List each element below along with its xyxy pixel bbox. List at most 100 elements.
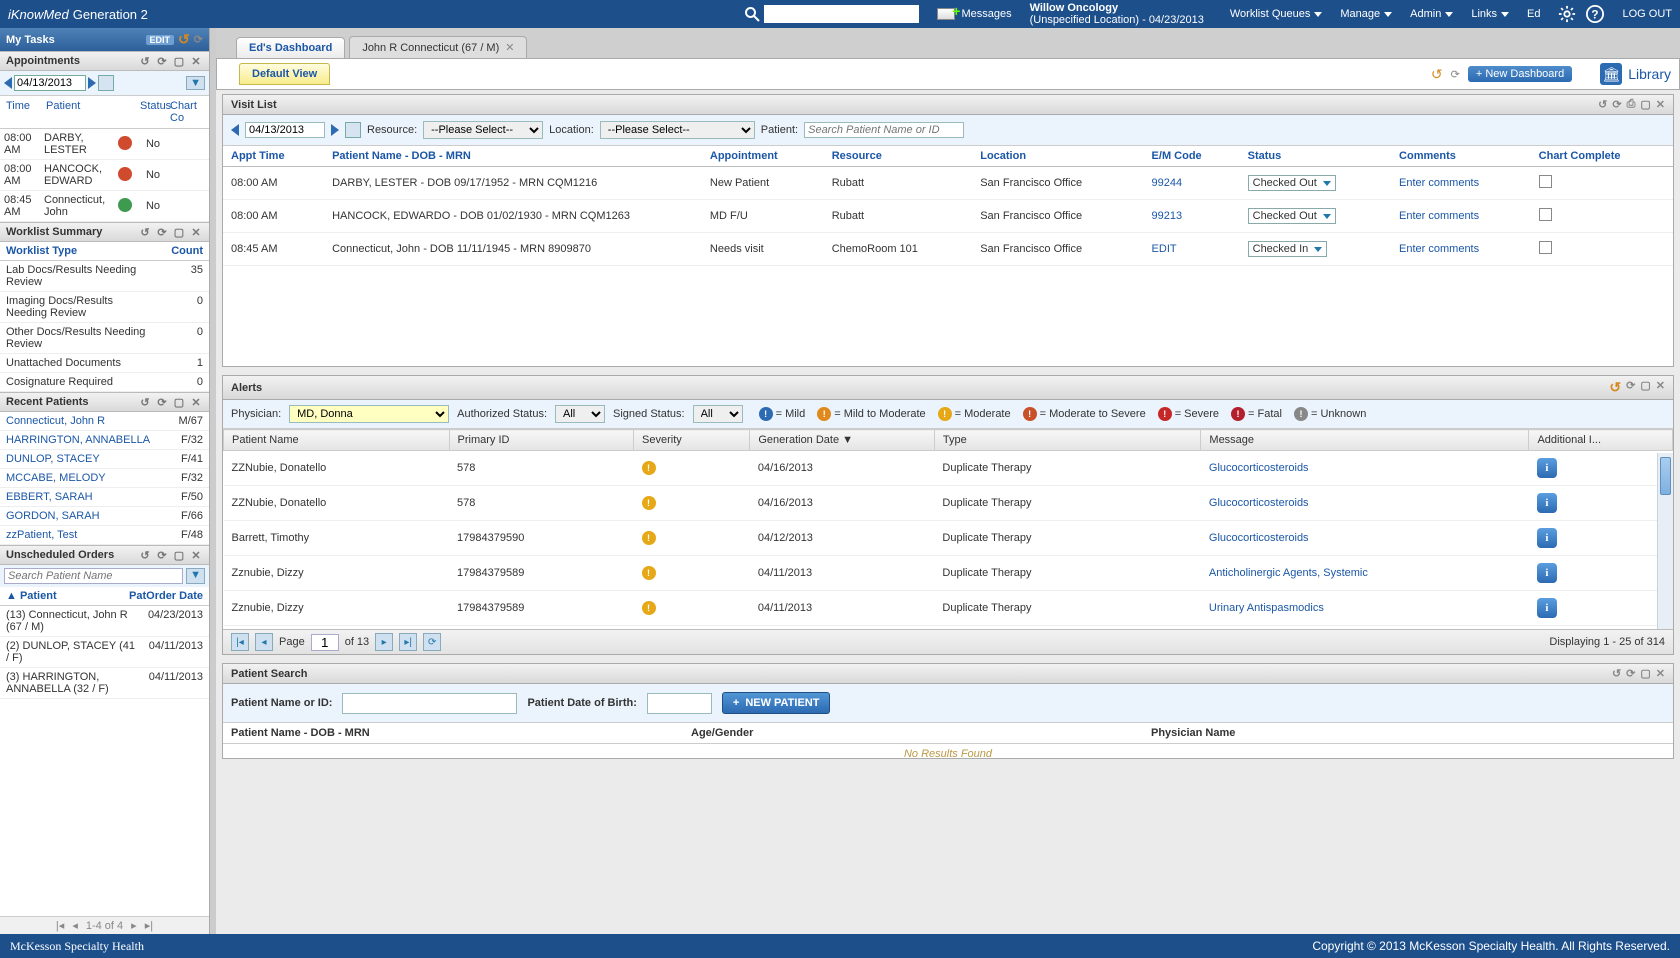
refresh-icon[interactable]: ⟳ bbox=[1626, 379, 1635, 396]
appointment-row[interactable]: 08:00 AM DARBY, LESTER No bbox=[0, 129, 209, 160]
vl-prev-day[interactable] bbox=[231, 124, 239, 136]
vl-location-select[interactable]: --Please Select-- bbox=[600, 121, 755, 139]
status-select[interactable]: Checked Out bbox=[1248, 175, 1336, 191]
refresh-icon[interactable]: ⟳ bbox=[1451, 68, 1460, 81]
sidebar-edit-button[interactable]: EDIT bbox=[146, 35, 175, 45]
gear-icon[interactable] bbox=[1558, 5, 1576, 23]
filter-icon[interactable]: ▼ bbox=[186, 568, 205, 584]
visit-row[interactable]: 08:00 AM DARBY, LESTER - DOB 09/17/1952 … bbox=[223, 167, 1673, 200]
refresh-icon[interactable]: ↺ bbox=[138, 225, 152, 239]
close-tab-icon[interactable]: ✕ bbox=[505, 41, 514, 54]
vl-date-input[interactable] bbox=[245, 122, 325, 138]
status-select[interactable]: Checked Out bbox=[1248, 208, 1336, 224]
chart-complete-checkbox[interactable] bbox=[1539, 241, 1552, 254]
maximize-icon[interactable]: ▢ bbox=[1640, 667, 1650, 680]
first-page-button[interactable]: |◂ bbox=[231, 633, 249, 651]
alert-row[interactable]: Zznubie, Dizzy 17984379589 ! 04/11/2013 … bbox=[224, 626, 1673, 630]
alert-message-link[interactable]: Urinary Antispasmodics bbox=[1209, 602, 1324, 614]
refresh-icon[interactable]: ⟳ bbox=[155, 548, 169, 562]
subtab-default-view[interactable]: Default View bbox=[239, 63, 330, 85]
last-page-button[interactable]: ▸| bbox=[399, 633, 417, 651]
menu-user[interactable]: Ed bbox=[1519, 4, 1548, 24]
alert-row[interactable]: Barrett, Timothy 17984379590 ! 04/12/201… bbox=[224, 521, 1673, 556]
global-search-input[interactable] bbox=[764, 5, 919, 23]
alert-message-link[interactable]: Glucocorticosteroids bbox=[1209, 462, 1309, 474]
refresh-icon[interactable]: ↺ bbox=[1612, 667, 1621, 680]
info-button[interactable]: i bbox=[1537, 458, 1557, 478]
info-button[interactable]: i bbox=[1537, 563, 1557, 583]
recent-patient-row[interactable]: Connecticut, John RM/67 bbox=[0, 412, 209, 431]
tab-patient[interactable]: John R Connecticut (67 / M) ✕ bbox=[349, 36, 527, 58]
info-button[interactable]: i bbox=[1537, 493, 1557, 513]
prev-day-button[interactable] bbox=[4, 77, 12, 89]
menu-manage[interactable]: Manage bbox=[1332, 4, 1400, 24]
recent-patient-row[interactable]: MCCABE, MELODYF/32 bbox=[0, 469, 209, 488]
last-page-button[interactable]: ▸| bbox=[145, 919, 153, 932]
appointment-row[interactable]: 08:00 AM HANCOCK, EDWARD No bbox=[0, 160, 209, 191]
refresh-icon[interactable]: ↺ bbox=[138, 395, 152, 409]
calendar-icon[interactable] bbox=[345, 122, 361, 138]
em-code-link[interactable]: 99244 bbox=[1152, 177, 1183, 189]
em-code-link[interactable]: EDIT bbox=[1152, 243, 1177, 255]
refresh-icon[interactable]: ⟳ bbox=[155, 225, 169, 239]
tab-dashboard[interactable]: Ed's Dashboard bbox=[236, 37, 345, 58]
messages-link[interactable]: Messages bbox=[937, 8, 1011, 20]
worklist-row[interactable]: Other Docs/Results Needing Review0 bbox=[0, 323, 209, 354]
alert-row[interactable]: Zznubie, Dizzy 17984379589 ! 04/11/2013 … bbox=[224, 591, 1673, 626]
print-icon[interactable]: ⎙ bbox=[1627, 98, 1636, 111]
ps-name-input[interactable] bbox=[342, 693, 517, 714]
ps-dob-input[interactable] bbox=[647, 693, 712, 714]
menu-links[interactable]: Links bbox=[1463, 4, 1517, 24]
visit-row[interactable]: 08:00 AM HANCOCK, EDWARDO - DOB 01/02/19… bbox=[223, 200, 1673, 233]
comments-link[interactable]: Enter comments bbox=[1399, 210, 1479, 222]
recent-patient-row[interactable]: GORDON, SARAHF/66 bbox=[0, 507, 209, 526]
alert-message-link[interactable]: Anticholinergic Agents, Systemic bbox=[1209, 567, 1368, 579]
unscheduled-row[interactable]: (13) Connecticut, John R (67 / M)04/23/2… bbox=[0, 606, 209, 637]
close-icon[interactable]: ✕ bbox=[189, 54, 203, 68]
refresh-icon[interactable]: ↺ bbox=[138, 54, 152, 68]
refresh-icon[interactable]: ⟳ bbox=[155, 54, 169, 68]
page-input[interactable] bbox=[311, 634, 339, 651]
refresh-icon[interactable]: ⟳ bbox=[1626, 667, 1635, 680]
maximize-icon[interactable]: ▢ bbox=[1640, 379, 1650, 396]
logout-button[interactable]: LOG OUT bbox=[1622, 8, 1672, 20]
alert-message-link[interactable]: Glucocorticosteroids bbox=[1209, 497, 1309, 509]
close-icon[interactable]: ✕ bbox=[189, 225, 203, 239]
next-page-button[interactable]: ▸ bbox=[131, 919, 137, 932]
auth-select[interactable]: All bbox=[555, 405, 605, 423]
refresh-icon[interactable]: ⟳ bbox=[155, 395, 169, 409]
next-page-button[interactable]: ▸ bbox=[375, 633, 393, 651]
maximize-icon[interactable]: ▢ bbox=[172, 54, 186, 68]
next-day-button[interactable] bbox=[88, 77, 96, 89]
chart-complete-checkbox[interactable] bbox=[1539, 175, 1552, 188]
close-icon[interactable]: ✕ bbox=[189, 395, 203, 409]
info-button[interactable]: i bbox=[1537, 598, 1557, 618]
alert-row[interactable]: ZZNubie, Donatello 578 ! 04/16/2013 Dupl… bbox=[224, 451, 1673, 486]
alert-row[interactable]: ZZNubie, Donatello 578 ! 04/16/2013 Dupl… bbox=[224, 486, 1673, 521]
visit-row[interactable]: 08:45 AM Connecticut, John - DOB 11/11/1… bbox=[223, 233, 1673, 266]
comments-link[interactable]: Enter comments bbox=[1399, 243, 1479, 255]
vl-next-day[interactable] bbox=[331, 124, 339, 136]
worklist-row[interactable]: Lab Docs/Results Needing Review35 bbox=[0, 261, 209, 292]
maximize-icon[interactable]: ▢ bbox=[172, 395, 186, 409]
menu-admin[interactable]: Admin bbox=[1402, 4, 1461, 24]
appointments-date-input[interactable] bbox=[14, 75, 86, 91]
alerts-scrollbar[interactable] bbox=[1657, 453, 1673, 629]
recent-patient-row[interactable]: EBBERT, SARAHF/50 bbox=[0, 488, 209, 507]
scrollbar-thumb[interactable] bbox=[1660, 457, 1671, 495]
appointment-row[interactable]: 08:45 AM Connecticut, John No bbox=[0, 191, 209, 222]
refresh-icon[interactable]: ↺ bbox=[1609, 379, 1621, 396]
signed-select[interactable]: All bbox=[693, 405, 743, 423]
recent-patient-row[interactable]: zzPatient, TestF/48 bbox=[0, 526, 209, 545]
maximize-icon[interactable]: ▢ bbox=[172, 225, 186, 239]
unscheduled-row[interactable]: (3) HARRINGTON, ANNABELLA (32 / F)04/11/… bbox=[0, 668, 209, 699]
maximize-icon[interactable]: ▢ bbox=[1640, 98, 1650, 111]
status-select[interactable]: Checked In bbox=[1248, 241, 1328, 257]
refresh-icon[interactable]: ↺ bbox=[138, 548, 152, 562]
help-icon[interactable]: ? bbox=[1586, 5, 1604, 23]
refresh-icon[interactable]: ⟳ bbox=[194, 33, 203, 46]
unscheduled-row[interactable]: (2) DUNLOP, STACEY (41 / F)04/11/2013 bbox=[0, 637, 209, 668]
worklist-row[interactable]: Unattached Documents1 bbox=[0, 354, 209, 373]
refresh-icon[interactable]: ↺ bbox=[1431, 66, 1443, 83]
vl-patient-search-input[interactable] bbox=[804, 122, 964, 138]
